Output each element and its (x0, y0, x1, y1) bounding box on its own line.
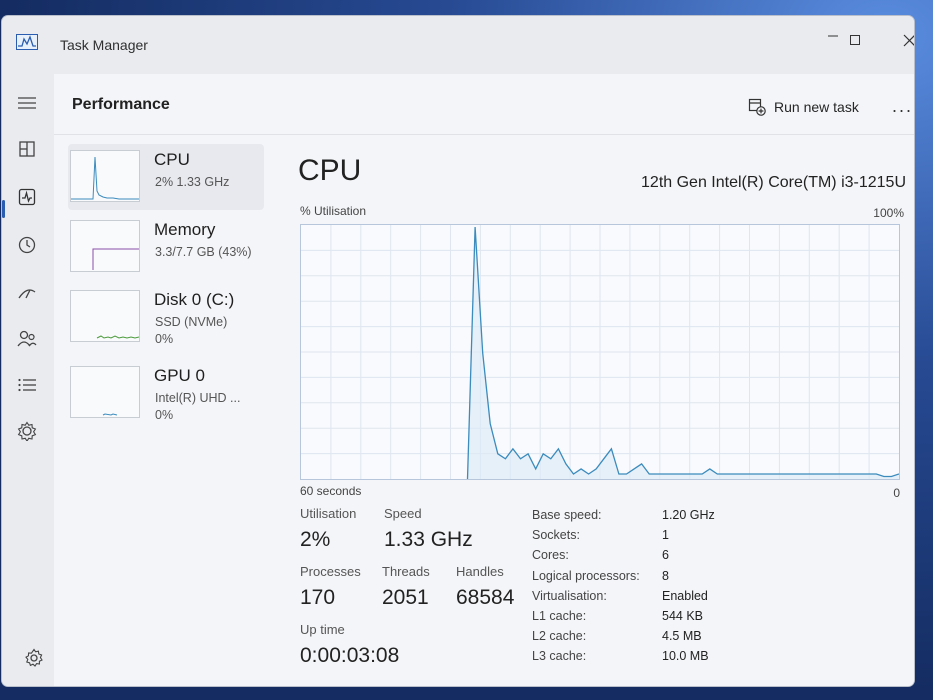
active-indicator (2, 200, 5, 218)
cpu-detail-panel: CPU 12th Gen Intel(R) Core(TM) i3-1215U … (298, 144, 910, 684)
spec-key: L2 cache: (532, 629, 587, 643)
processes-icon[interactable] (14, 138, 40, 160)
perf-item-memory[interactable]: Memory 3.3/7.7 GB (43%) (68, 214, 264, 280)
spec-key: Logical processors: (532, 569, 640, 583)
spec-value: 544 KB (662, 609, 704, 623)
perf-item-name: Memory (154, 220, 216, 239)
spec-key: Cores: (532, 548, 569, 562)
speed-value: 1.33 GHz (384, 528, 473, 551)
close-icon (903, 34, 914, 46)
spec-value: Enabled (662, 589, 708, 603)
handles-value: 68584 (456, 586, 515, 609)
perf-item-gpu[interactable]: GPU 0 Intel(R) UHD ... 0% (68, 360, 264, 426)
page-title: Performance (72, 96, 170, 113)
run-new-task-icon (748, 98, 766, 116)
window-title: Task Manager (60, 37, 148, 53)
minimize-icon (828, 35, 838, 37)
more-options-button[interactable]: ... (892, 96, 913, 117)
spec-value: 1.20 GHz (662, 508, 715, 522)
performance-icon[interactable] (14, 186, 40, 208)
processes-label: Processes (300, 564, 361, 579)
perf-item-name: Disk 0 (C:) (154, 290, 235, 309)
startup-apps-icon[interactable] (14, 282, 40, 304)
sidebar (2, 74, 54, 686)
settings-icon[interactable] (24, 648, 44, 668)
uptime-label: Up time (300, 622, 345, 637)
spec-value: 6 (662, 548, 669, 562)
perf-item-detail: 3.3/7.7 GB (43%) (155, 245, 252, 259)
memory-thumbnail (70, 220, 140, 272)
utilisation-label: Utilisation (300, 506, 357, 521)
cpu-thumbnail (70, 150, 140, 202)
gpu-thumbnail (70, 366, 140, 418)
perf-item-usage: 0% (155, 408, 174, 422)
task-manager-window: Task Manager Performance Run new task ..… (2, 16, 914, 686)
spec-key: L1 cache: (532, 609, 587, 623)
title-bar: Task Manager (2, 16, 914, 74)
maximize-button[interactable] (840, 28, 870, 52)
detail-title: CPU (298, 154, 362, 187)
threads-value: 2051 (382, 586, 429, 609)
cpu-utilisation-line (466, 226, 899, 479)
spec-value: 8 (662, 569, 669, 583)
cpu-utilisation-graph (300, 224, 900, 480)
perf-item-cpu[interactable]: CPU 2% 1.33 GHz (68, 144, 264, 210)
page-header: Performance Run new task ... (54, 74, 914, 135)
perf-item-usage: 0% (155, 332, 174, 346)
spec-value: 10.0 MB (662, 649, 709, 663)
perf-item-detail: 2% 1.33 GHz (155, 175, 230, 189)
perf-item-detail: Intel(R) UHD ... (155, 391, 241, 405)
services-icon[interactable] (14, 420, 40, 442)
speed-label: Speed (384, 506, 422, 521)
perf-item-name: GPU 0 (154, 366, 206, 385)
main-panel: Performance Run new task ... CPU 2% 1.33… (54, 74, 914, 686)
spec-value: 1 (662, 528, 669, 542)
close-button[interactable] (894, 28, 914, 52)
spec-key: Base speed: (532, 508, 602, 522)
spec-key: Virtualisation: (532, 589, 607, 603)
perf-item-detail: SSD (NVMe) (155, 315, 228, 329)
perf-item-disk[interactable]: Disk 0 (C:) SSD (NVMe) 0% (68, 284, 264, 350)
spec-value: 4.5 MB (662, 629, 702, 643)
processes-value: 170 (300, 586, 336, 609)
maximize-icon (850, 35, 860, 45)
time-span-label: 60 seconds (300, 484, 362, 498)
utilisation-value: 2% (300, 528, 331, 551)
spec-key: Sockets: (532, 528, 580, 542)
cpu-area-fill (467, 227, 899, 479)
run-new-task-button[interactable]: Run new task (748, 98, 859, 116)
details-icon[interactable] (14, 374, 40, 396)
users-icon[interactable] (14, 328, 40, 350)
uptime-value: 0:00:03:08 (300, 644, 400, 667)
hamburger-menu-icon[interactable] (14, 92, 40, 114)
run-new-task-label: Run new task (774, 99, 859, 115)
app-history-icon[interactable] (14, 234, 40, 256)
x-zero-label: 0 (893, 486, 900, 500)
utilisation-axis-label: % Utilisation (300, 204, 367, 218)
cpu-model: 12th Gen Intel(R) Core(TM) i3-1215U (641, 174, 906, 191)
task-manager-app-icon (16, 34, 38, 50)
y-max-label: 100% (873, 206, 904, 220)
spec-key: L3 cache: (532, 649, 587, 663)
threads-label: Threads (382, 564, 430, 579)
perf-item-name: CPU (154, 150, 190, 169)
disk-thumbnail (70, 290, 140, 342)
handles-label: Handles (456, 564, 504, 579)
